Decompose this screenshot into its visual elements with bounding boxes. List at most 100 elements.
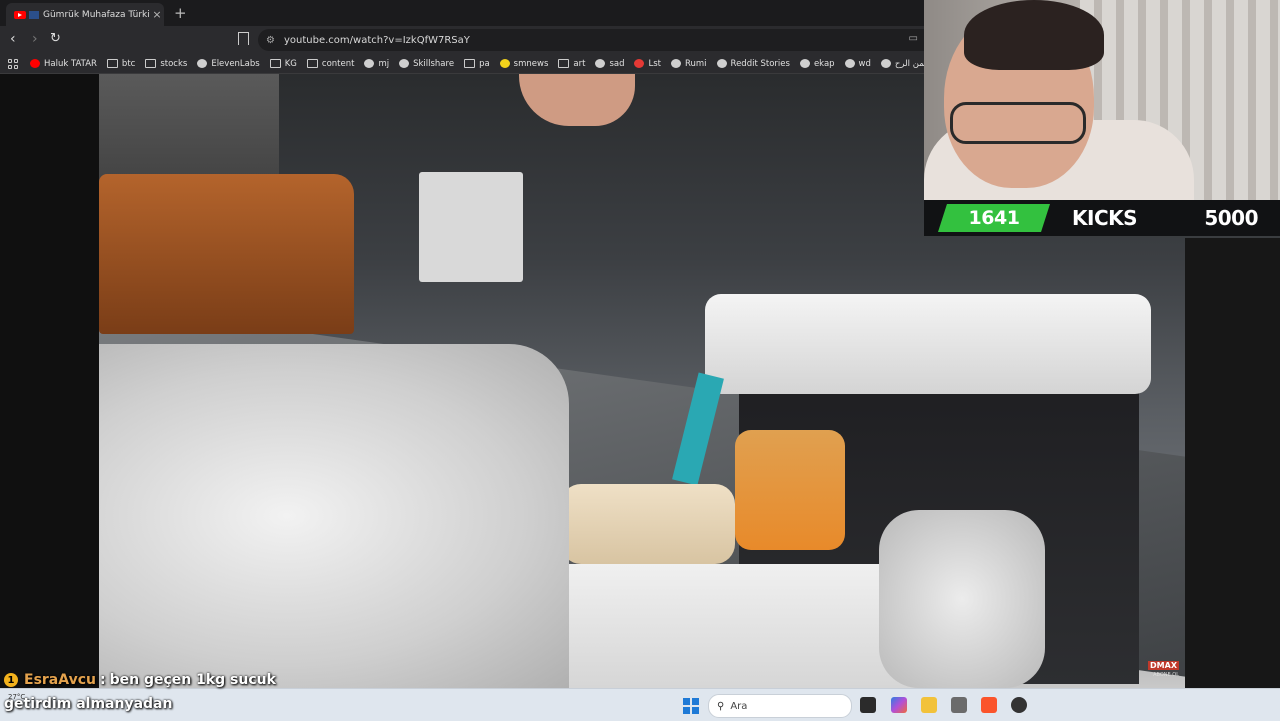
bookmark-label: ekap [813,58,835,69]
bookmark-item[interactable]: art [558,59,585,69]
url-text: youtube.com/watch?v=IzkQfW7RSaY [284,34,470,46]
channel-watermark: DMAX [1148,661,1179,670]
bookmark-item[interactable]: stocks [145,59,187,69]
file-explorer-icon[interactable] [921,697,937,713]
doc-icon [880,59,891,68]
kicks-goal: 5000 [1204,206,1258,230]
bookmark-item[interactable]: pa [464,59,490,69]
bookmark-label: Reddit Stories [730,58,790,69]
bookmark-item[interactable]: btc [106,58,136,69]
elevenlabs-icon [197,59,208,68]
apps-grid-icon[interactable] [8,58,18,69]
bookmark-item[interactable]: mj [364,59,389,69]
bookmark-item[interactable]: smnews [499,58,549,69]
folder-icon [269,59,281,68]
folder-icon [145,59,157,68]
bookmark-label: Skillshare [413,58,455,69]
bookmark-label: stocks [160,58,188,69]
forward-arrow-icon[interactable]: › [32,31,38,47]
cast-icon[interactable]: ▭ [909,33,918,44]
site-info-icon[interactable]: ⚙ [266,35,278,46]
bookmark-item[interactable]: ekap [799,58,835,69]
webcam-glasses [950,102,1086,144]
bookmark-label: btc [121,58,136,69]
video-scene-box [419,172,523,282]
bookmark-label: content [321,58,355,69]
bookmark-item[interactable]: KG [269,58,297,69]
globe-icon [670,59,681,68]
bookmark-label: sad [609,58,625,69]
brave-browser-icon[interactable] [981,697,997,713]
video-scene-plastic-bag-right [879,510,1045,688]
new-tab-button[interactable]: + [174,4,187,22]
smiley-icon [499,59,510,68]
bookmark-item[interactable]: Rumi [670,58,707,69]
windows-start-icon[interactable] [683,698,699,714]
skillshare-icon [399,59,410,68]
browser-tab[interactable]: Gümrük Muhafaza Türkiye 33 × [6,3,164,26]
kicks-goal-bar: 1641 KICKS 5000 [924,200,1280,238]
bookmark-item[interactable]: content [306,58,355,69]
bookmark-label: art [573,58,586,69]
task-view-icon[interactable] [860,697,876,713]
back-arrow-icon[interactable]: ‹ [10,31,16,47]
bookmark-label: KG [284,58,297,69]
bookmark-label: mj [378,58,390,69]
browser-toolbar: ‹ › ↻ ⚙ youtube.com/watch?v=IzkQfW7RSaY … [0,26,924,54]
video-scene-jar [735,430,845,550]
kicks-label: KICKS [1072,206,1138,230]
youtube-icon [30,59,40,68]
video-scene-plastic-bag [99,344,569,688]
snipping-tool-icon[interactable] [951,697,967,713]
slash-icon [595,59,606,68]
tab-title: Gümrük Muhafaza Türkiye 33 [43,9,150,20]
kicks-count: 1641 [938,204,1050,232]
webcam-hair [964,0,1104,70]
bookmark-label: wd [858,58,871,69]
chat-separator: : [99,672,106,688]
reload-icon[interactable]: ↻ [50,31,61,46]
bookmark-label: pa [479,58,490,69]
bookmark-item[interactable]: Skillshare [399,59,454,69]
video-scene-bin-lid [705,294,1151,394]
github-icon [364,59,375,68]
video-letterbox-left [0,74,99,688]
copilot-icon[interactable] [891,697,907,713]
bookmark-label: smnews [513,58,549,69]
youtube-icon [14,10,26,19]
search-icon: ⚲ [717,700,725,712]
windows-taskbar: 27°C ⚲ Ara [0,688,1280,721]
video-letterbox-right [1185,236,1280,688]
chat-text-line2: getirdim almanyadan [4,696,173,712]
taskbar-search-placeholder: Ara [730,700,748,712]
folder-icon [558,59,570,68]
bookmark-item[interactable]: wd [844,58,871,69]
folder-icon [106,59,118,68]
chat-message: 1 EsraAvcu : ben geçen 1kg sucuk [4,672,276,688]
bookmark-item[interactable]: Lst [634,59,661,69]
s-icon [634,59,645,68]
d-icon [716,59,727,68]
folder-icon [464,59,476,68]
tab-close-button[interactable]: × [150,8,164,21]
webcam-overlay [924,0,1280,200]
chat-text-line1: ben geçen 1kg sucuk [109,672,276,688]
folder-icon [306,59,318,68]
bookmark-item[interactable]: ElevenLabs [197,58,260,69]
globe-icon [844,59,855,68]
bookmark-item[interactable]: sad [595,59,624,69]
bookmark-label: الله الرحمن الرح... [894,58,924,69]
channel-watermark-sub: ABONE OL [1153,672,1179,678]
video-scene-hand [519,74,635,126]
bookmark-label: ElevenLabs [211,58,260,69]
bookmark-page-icon[interactable] [238,32,249,45]
taskbar-search[interactable]: ⚲ Ara [708,694,852,718]
address-bar[interactable]: ⚙ youtube.com/watch?v=IzkQfW7RSaY ▭ [258,29,924,51]
obs-icon[interactable] [1011,697,1027,713]
bookmark-item[interactable]: الله الرحمن الرح... [880,58,924,69]
bookmark-item[interactable]: Haluk TATAR [30,59,97,69]
chat-username: EsraAvcu [24,672,96,688]
bookmark-label: Rumi [684,58,707,69]
bookmark-item[interactable]: Reddit Stories [716,58,790,69]
bird-icon [799,59,810,68]
